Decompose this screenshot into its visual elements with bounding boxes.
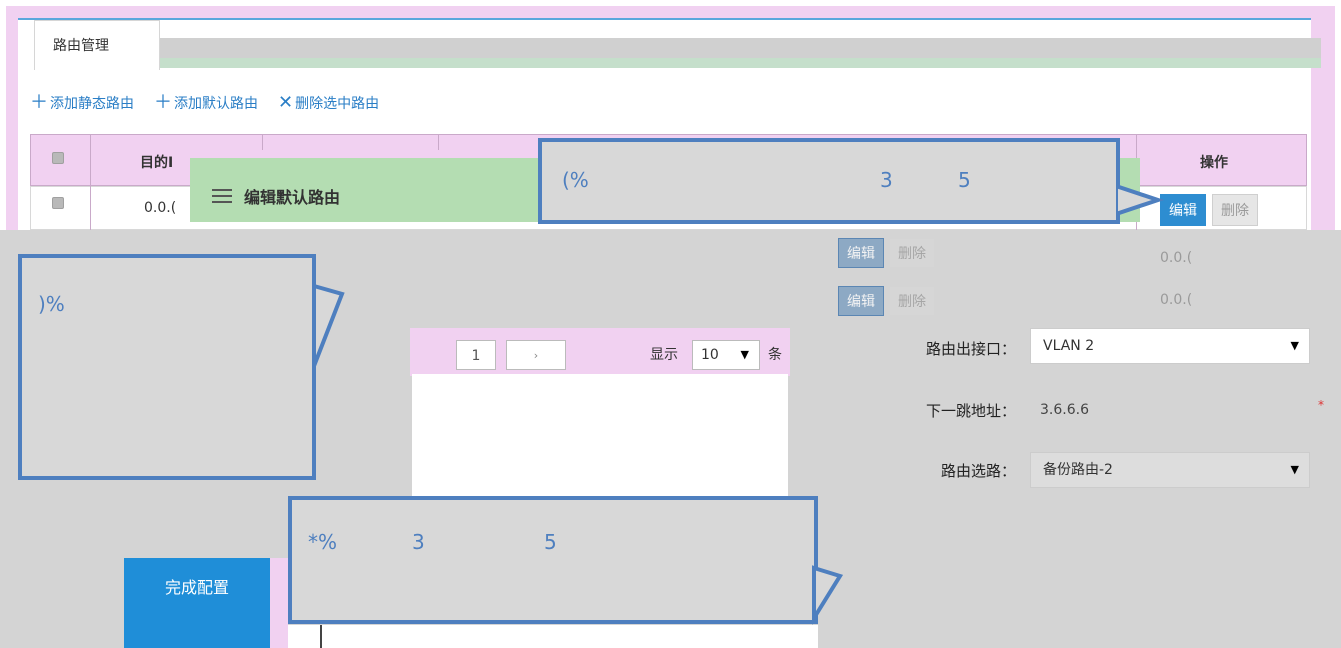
tab-strip <box>160 38 1321 58</box>
page-size-unit: 条 <box>768 347 782 363</box>
callout-text: 3 <box>412 530 425 554</box>
callout-tail <box>812 565 844 626</box>
show-label: 显示 <box>650 347 678 363</box>
faded-row-actions: 编辑 删除 <box>838 238 934 268</box>
delete-button[interactable]: 删除 <box>890 239 934 267</box>
callout-tail <box>312 283 345 367</box>
required-mark: * <box>1318 398 1324 412</box>
caret-down-icon: ▼ <box>1290 463 1299 476</box>
page-size-select[interactable]: 10 ▼ <box>692 340 760 370</box>
column-header-operations: 操作 <box>1200 155 1228 171</box>
edit-button[interactable]: 编辑 <box>1160 194 1206 226</box>
route-selection-select[interactable]: 备份路由-2 ▼ <box>1030 452 1310 488</box>
next-hop-label: 下一跳地址： <box>925 402 1016 420</box>
callout-text: *% <box>308 530 338 554</box>
callout-text: 5 <box>544 530 557 554</box>
callout-text: 3 <box>880 168 893 192</box>
callout-3: *% 3 5 <box>288 496 818 624</box>
plus-icon: ＋ <box>30 92 48 113</box>
delete-selected-routes-button[interactable]: ✕ 删除选中路由 <box>278 92 379 114</box>
add-static-route-button[interactable]: ＋添加静态路由 <box>30 92 134 114</box>
column-divider <box>438 134 439 150</box>
next-hop-value: 3.6.6.6 <box>1040 402 1089 418</box>
row-destination: 0.0.( <box>1160 292 1193 308</box>
row-destination: 0.0.( <box>1160 250 1193 266</box>
toolbar: ＋添加静态路由 ＋添加默认路由 ✕ 删除选中路由 <box>30 92 379 114</box>
callout-text: (% <box>562 168 589 192</box>
caret-down-icon: ▼ <box>740 348 749 361</box>
row-checkbox[interactable] <box>52 197 64 209</box>
page-next-button[interactable]: › <box>506 340 566 370</box>
faded-row-actions: 编辑 删除 <box>838 286 934 316</box>
modal-title: 编辑默认路由 <box>212 184 340 208</box>
delete-button[interactable]: 删除 <box>890 287 934 315</box>
callout-tail <box>1116 183 1165 217</box>
add-default-route-button[interactable]: ＋添加默认路由 <box>154 92 258 114</box>
select-all-checkbox[interactable] <box>52 152 64 164</box>
callout-1: (% 3 5 <box>538 138 1120 224</box>
column-header-destination: 目的I <box>140 155 174 171</box>
column-divider <box>90 134 91 230</box>
edit-button[interactable]: 编辑 <box>838 286 884 316</box>
callout-text: 5 <box>958 168 971 192</box>
finish-config-button[interactable]: 完成配置 <box>124 558 270 648</box>
overlay-strip <box>270 558 288 648</box>
hamburger-icon <box>212 189 232 203</box>
callout-text: )% <box>38 292 65 316</box>
row-actions: 编辑 删除 <box>1160 194 1258 226</box>
x-icon: ✕ <box>278 92 294 113</box>
route-interface-select[interactable]: VLAN 2 ▼ <box>1030 328 1310 364</box>
overlay-panel <box>412 374 788 502</box>
edit-button[interactable]: 编辑 <box>838 238 884 268</box>
overlay-bottom <box>288 625 818 648</box>
row-destination: 0.0.( <box>144 200 177 216</box>
tab-route-management[interactable]: 路由管理 <box>34 20 160 70</box>
route-selection-label: 路由选路： <box>940 462 1016 480</box>
delete-button[interactable]: 删除 <box>1212 194 1258 226</box>
column-divider <box>262 134 263 150</box>
tab-label: 路由管理 <box>53 38 109 54</box>
route-interface-label: 路由出接口： <box>925 340 1016 358</box>
divider <box>320 625 322 648</box>
caret-down-icon: ▼ <box>1290 339 1299 352</box>
tab-strip-accent <box>160 58 1321 68</box>
callout-2: )% <box>18 254 316 480</box>
page-number[interactable]: 1 <box>456 340 496 370</box>
plus-icon: ＋ <box>154 92 172 113</box>
